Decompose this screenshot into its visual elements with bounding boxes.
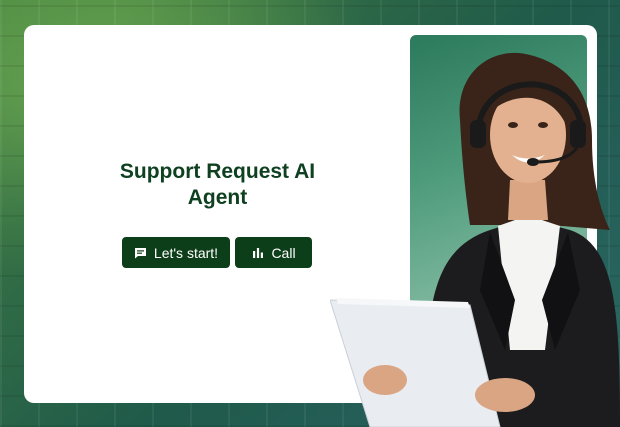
- chat-bubble-icon: [134, 246, 147, 259]
- lets-start-label: Let's start!: [153, 244, 219, 261]
- call-label: Call: [271, 244, 296, 261]
- page-title: Support Request AI Agent: [119, 160, 316, 209]
- agent-illustration: [330, 52, 620, 427]
- call-button[interactable]: Call: [235, 237, 312, 268]
- audio-bars-icon: [251, 246, 264, 259]
- lets-start-button[interactable]: Let's start!: [122, 237, 230, 268]
